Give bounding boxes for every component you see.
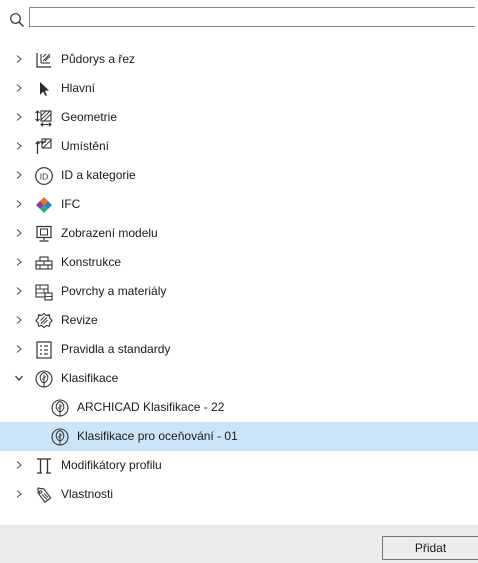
chevron-right-icon[interactable] — [14, 170, 24, 180]
profile-modifier-icon — [37, 458, 51, 474]
cursor-arrow-icon — [40, 82, 49, 96]
placement-icon — [35, 138, 52, 154]
tree-item-label: Konstrukce — [61, 255, 122, 269]
tree-item-id-a-kategorie[interactable]: ID ID a kategorie — [0, 161, 478, 190]
tree-item-konstrukce[interactable]: Konstrukce — [0, 248, 478, 277]
chevron-right-icon[interactable] — [14, 54, 24, 64]
tree-item-label: Modifikátory profilu — [61, 458, 162, 472]
tree-item-label: Vlastnosti — [61, 487, 114, 501]
structure-icon — [35, 256, 53, 270]
chevron-right-icon[interactable] — [14, 286, 24, 296]
chevron-right-icon[interactable] — [14, 199, 24, 209]
tree-item-label: Klasifikace — [61, 371, 119, 385]
rules-icon — [36, 341, 52, 359]
classification-icon — [51, 428, 69, 446]
tree-item-zobrazeni-modelu[interactable]: Zobrazení modelu — [0, 219, 478, 248]
tree-item-vlastnosti[interactable]: Vlastnosti — [0, 480, 478, 509]
id-icon: ID — [35, 167, 53, 185]
tree-item-label: Hlavní — [61, 81, 96, 95]
chevron-down-icon[interactable] — [14, 373, 24, 383]
tree-item-label: Zobrazení modelu — [61, 226, 158, 240]
surfaces-icon — [35, 284, 53, 301]
classification-icon — [35, 370, 53, 388]
tree-item-pudorys-a-rez[interactable]: Půdorys a řez — [0, 45, 478, 74]
chevron-right-icon[interactable] — [14, 257, 24, 267]
tree-item-pravidla-a-standardy[interactable]: Pravidla a standardy — [0, 335, 478, 364]
tree-item-label: Klasifikace pro oceňování - 01 — [77, 429, 238, 443]
model-view-icon — [36, 225, 52, 242]
tree-item-archicad-klasifikace-22[interactable]: ARCHICAD Klasifikace - 22 — [0, 393, 478, 422]
property-tree: Půdorys a řez Hlavní Geometrie Umístění … — [0, 45, 478, 509]
chevron-right-icon[interactable] — [14, 228, 24, 238]
chevron-right-icon[interactable] — [14, 460, 24, 470]
tree-item-povrchy-a-materialy[interactable]: Povrchy a materiály — [0, 277, 478, 306]
add-button[interactable]: Přidat — [382, 536, 478, 560]
tree-item-label: IFC — [61, 197, 81, 211]
tree-item-revize[interactable]: Revize — [0, 306, 478, 335]
revision-icon — [35, 312, 53, 329]
tree-item-label: ID a kategorie — [61, 168, 136, 182]
geometry-icon — [35, 110, 52, 127]
tree-item-label: Půdorys a řez — [61, 52, 136, 66]
tree-item-label: Geometrie — [61, 110, 118, 124]
tree-item-umisteni[interactable]: Umístění — [0, 132, 478, 161]
tree-item-label: Revize — [61, 313, 98, 327]
tree-item-ifc[interactable]: IFC — [0, 190, 478, 219]
search-icon — [10, 13, 24, 27]
chevron-right-icon[interactable] — [14, 83, 24, 93]
tree-item-label: ARCHICAD Klasifikace - 22 — [77, 400, 225, 414]
chevron-right-icon[interactable] — [14, 315, 24, 325]
tree-item-modifikatory-profilu[interactable]: Modifikátory profilu — [0, 451, 478, 480]
tree-item-label: Umístění — [61, 139, 110, 153]
chevron-right-icon[interactable] — [14, 112, 24, 122]
tree-item-klasifikace-pro-ocenovani-01[interactable]: Klasifikace pro oceňování - 01 — [0, 422, 478, 451]
search-bar — [0, 0, 478, 36]
classification-icon — [51, 399, 69, 417]
search-input[interactable] — [29, 7, 475, 27]
tree-item-geometrie[interactable]: Geometrie — [0, 103, 478, 132]
chevron-right-icon[interactable] — [14, 141, 24, 151]
tree-item-label: Pravidla a standardy — [61, 342, 171, 356]
svg-text:ID: ID — [40, 171, 49, 181]
footer-bar: Přidat — [0, 525, 478, 563]
properties-tag-icon — [37, 487, 52, 503]
floorplan-section-icon — [36, 53, 51, 68]
ifc-icon — [36, 197, 52, 213]
chevron-right-icon[interactable] — [14, 344, 24, 354]
tree-item-hlavni[interactable]: Hlavní — [0, 74, 478, 103]
chevron-right-icon[interactable] — [14, 489, 24, 499]
tree-item-klasifikace[interactable]: Klasifikace — [0, 364, 478, 393]
tree-item-label: Povrchy a materiály — [61, 284, 167, 298]
